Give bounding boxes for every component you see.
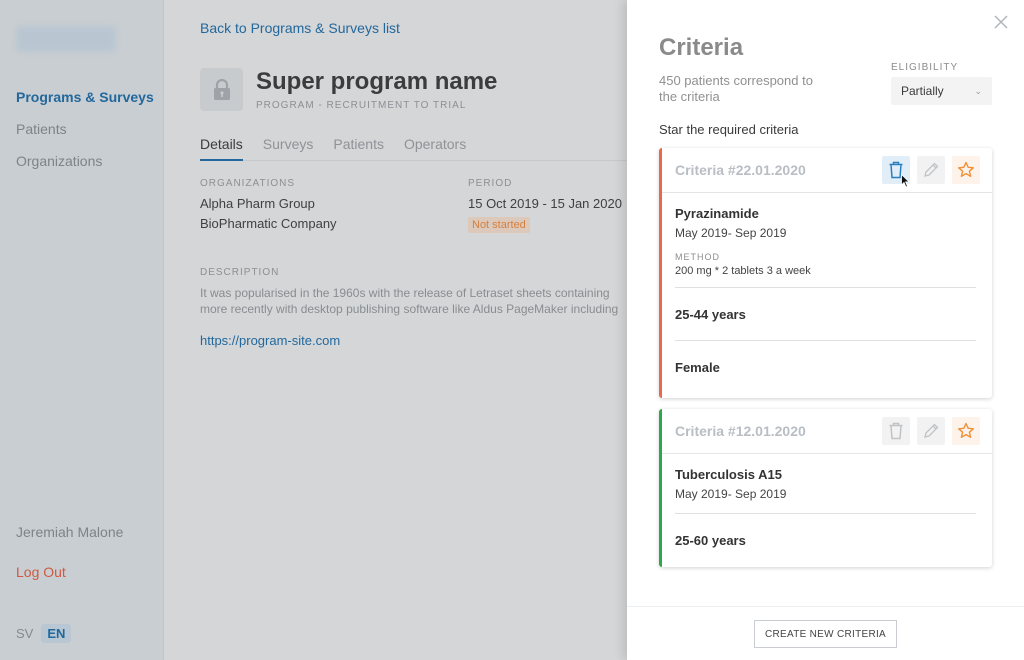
criteria-accent — [659, 409, 662, 567]
eligibility-select[interactable]: Partially ⌄ — [891, 77, 992, 105]
chevron-down-icon: ⌄ — [974, 85, 982, 96]
patient-count: 450 patients correspond to the criteria — [659, 73, 813, 104]
pencil-icon — [924, 162, 939, 177]
drawer-title: Criteria — [659, 34, 744, 61]
drug-name: Tuberculosis A15 — [675, 467, 782, 482]
delete-button[interactable] — [882, 417, 910, 445]
drawer-footer: CREATE NEW CRITERIA — [627, 606, 1024, 660]
sidebar-item-organizations[interactable]: Organizations — [16, 152, 154, 184]
criteria-card: Criteria #22.01.2020 Pyrazinamide May 20… — [659, 148, 992, 398]
logo[interactable] — [16, 26, 116, 52]
pencil-icon — [924, 423, 939, 438]
description-line: more recently with desktop publishing so… — [200, 302, 619, 316]
organization-item: Alpha Pharm Group — [200, 196, 315, 211]
eligibility-label: ELIGIBILITY — [891, 62, 959, 73]
description-line: It was popularised in the 1960s with the… — [200, 286, 610, 300]
sidebar-item-patients[interactable]: Patients — [16, 120, 154, 152]
criteria-card: Criteria #12.01.2020 Tuberculosis A15 Ma… — [659, 409, 992, 567]
user-name: Jeremiah Malone — [16, 524, 124, 540]
criteria-drug-section: Tuberculosis A15 May 2019- Sep 2019 — [675, 454, 976, 514]
age-range: 25-60 years — [675, 532, 746, 548]
tab-operators[interactable]: Operators — [404, 135, 466, 161]
status-badge: Not started — [468, 217, 530, 233]
program-icon — [200, 68, 243, 111]
tabs: Details Surveys Patients Operators — [200, 135, 627, 161]
program-title: Super program name — [256, 68, 498, 95]
eligibility-value: Partially — [901, 84, 944, 98]
edit-button[interactable] — [917, 417, 945, 445]
tab-details[interactable]: Details — [200, 135, 243, 161]
language-switcher: SV EN — [16, 624, 72, 643]
criteria-card-header: Criteria #12.01.2020 — [659, 409, 992, 454]
method-value: 200 mg * 2 tablets 3 a week — [675, 265, 811, 277]
lang-sv[interactable]: SV — [16, 626, 33, 641]
edit-button[interactable] — [917, 156, 945, 184]
sidebar: Programs & Surveys Patients Organization… — [0, 0, 164, 660]
method-label: METHOD — [675, 252, 720, 262]
description-label: DESCRIPTION — [200, 267, 280, 278]
criteria-drug-section: Pyrazinamide May 2019- Sep 2019 METHOD 2… — [675, 193, 976, 288]
program-subtitle: PROGRAM - RECRUITMENT TO TRIAL — [256, 100, 467, 111]
criteria-title: Criteria #22.01.2020 — [675, 162, 806, 178]
description-text: It was popularised in the 1960s with the… — [200, 285, 630, 317]
logout-link[interactable]: Log Out — [16, 564, 66, 580]
back-link[interactable]: Back to Programs & Surveys list — [200, 20, 400, 36]
organization-item: BioPharmatic Company — [200, 216, 337, 231]
drug-dates: May 2019- Sep 2019 — [675, 226, 787, 240]
star-icon — [958, 161, 974, 177]
criteria-title: Criteria #12.01.2020 — [675, 423, 806, 439]
drug-name: Pyrazinamide — [675, 206, 759, 221]
trash-icon — [889, 422, 903, 440]
main-content: Back to Programs & Surveys list Super pr… — [165, 0, 627, 660]
criteria-card-header: Criteria #22.01.2020 — [659, 148, 992, 193]
sidebar-nav: Programs & Surveys Patients Organization… — [16, 88, 154, 184]
close-icon — [994, 15, 1008, 29]
lang-en[interactable]: EN — [41, 624, 72, 643]
tab-patients[interactable]: Patients — [333, 135, 384, 161]
criteria-age-section: 25-44 years — [675, 288, 976, 341]
period-value: 15 Oct 2019 - 15 Jan 2020 — [468, 196, 622, 211]
mouse-cursor-icon — [901, 174, 910, 188]
lock-icon — [213, 78, 230, 100]
drug-dates: May 2019- Sep 2019 — [675, 487, 787, 501]
star-hint: Star the required criteria — [659, 122, 799, 137]
period-label: PERIOD — [468, 178, 513, 189]
organizations-label: ORGANIZATIONS — [200, 178, 296, 189]
star-icon — [958, 422, 974, 438]
star-button[interactable] — [952, 156, 980, 184]
star-button[interactable] — [952, 417, 980, 445]
criteria-gender-section: Female — [675, 341, 976, 394]
age-range: 25-44 years — [675, 306, 746, 322]
criteria-actions — [882, 417, 980, 445]
program-site-link[interactable]: https://program-site.com — [200, 333, 340, 348]
tab-surveys[interactable]: Surveys — [263, 135, 314, 161]
sidebar-item-programs-surveys[interactable]: Programs & Surveys — [16, 88, 154, 120]
criteria-accent — [659, 148, 662, 398]
gender: Female — [675, 360, 720, 375]
criteria-age-section: 25-60 years — [675, 514, 976, 566]
criteria-drawer: Criteria 450 patients correspond to the … — [627, 0, 1024, 660]
close-button[interactable] — [992, 13, 1010, 31]
create-criteria-button[interactable]: CREATE NEW CRITERIA — [754, 620, 897, 648]
criteria-actions — [882, 156, 980, 184]
